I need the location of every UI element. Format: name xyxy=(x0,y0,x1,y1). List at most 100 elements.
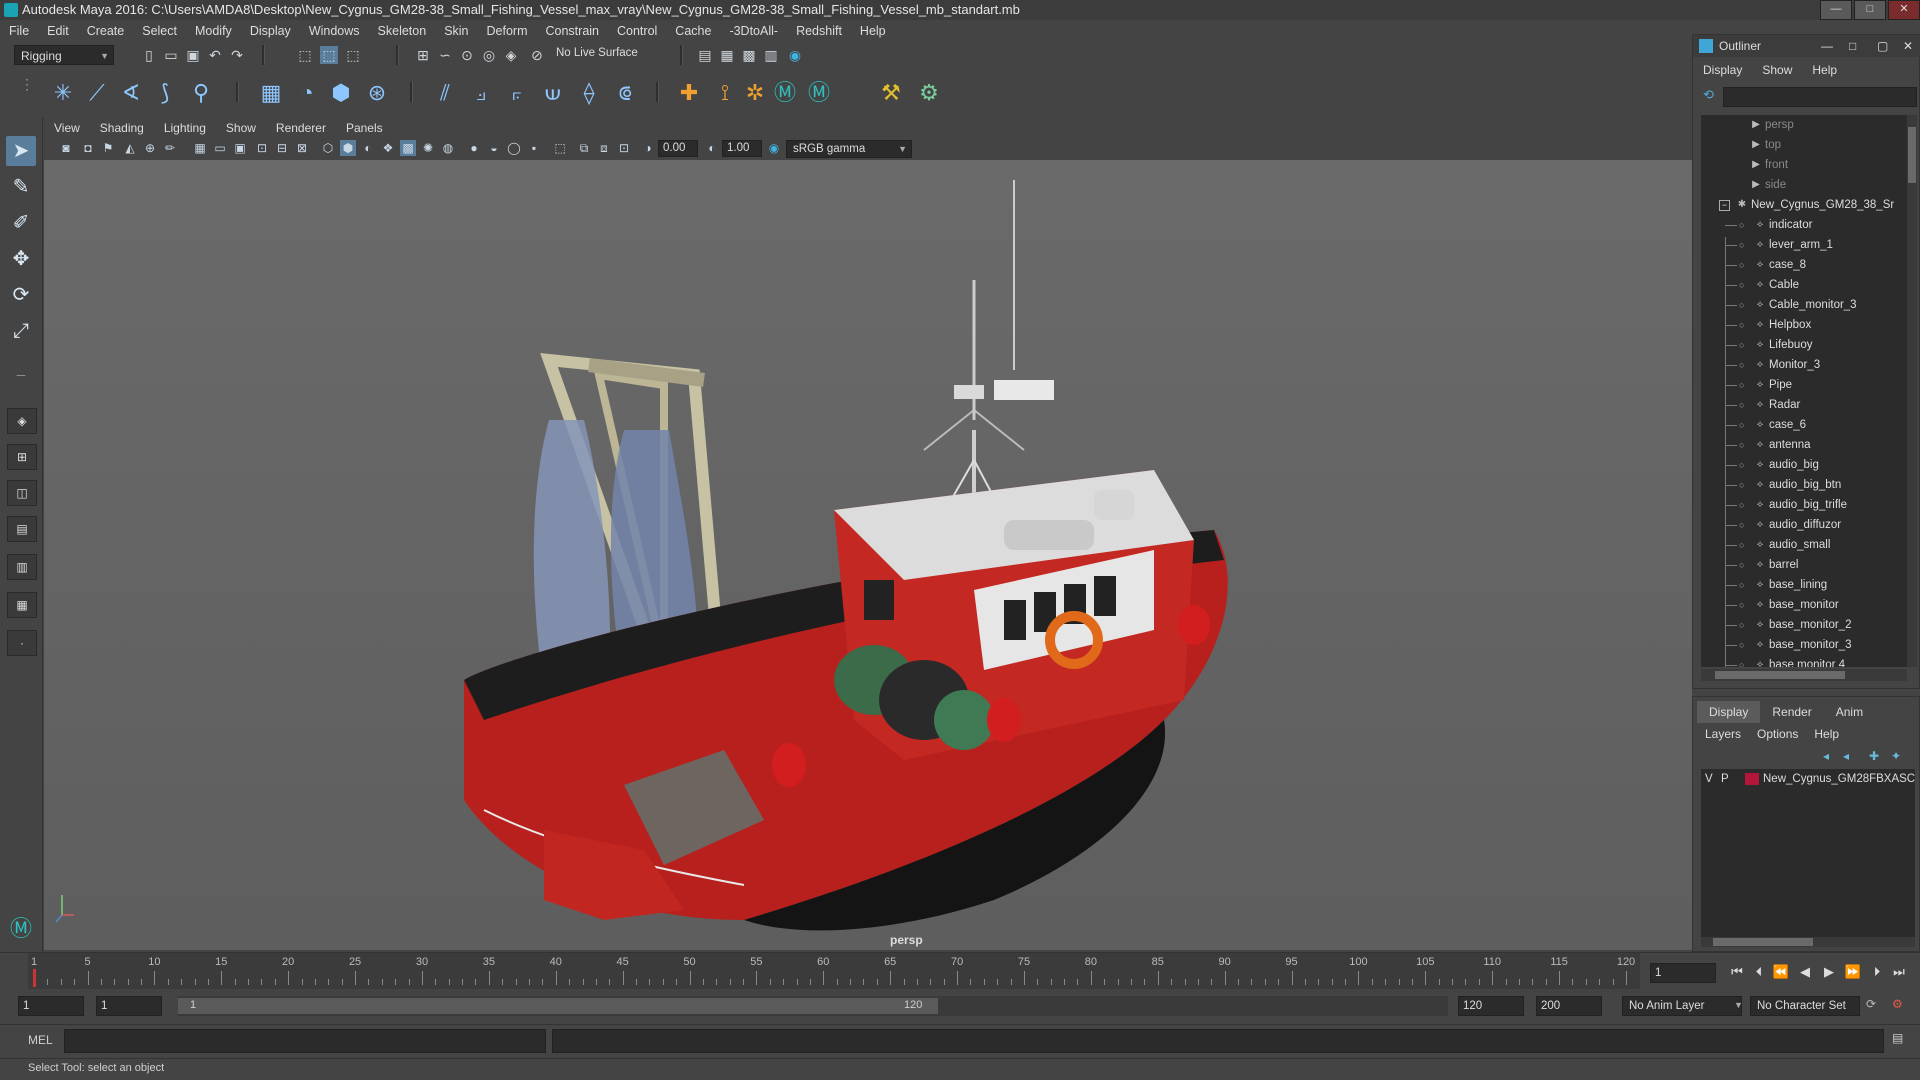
screen-space-ao-icon[interactable]: ● xyxy=(466,140,482,156)
scale-tool-icon[interactable]: ⤢ xyxy=(6,316,36,346)
custom-layout-icon[interactable]: · xyxy=(7,630,37,656)
outliner-item[interactable]: ○ ⟡ Cable xyxy=(1701,275,1907,295)
step-forward-frame-icon[interactable]: ⏵ xyxy=(1868,963,1886,981)
menu-modify[interactable]: Modify xyxy=(186,24,241,38)
default-material-icon[interactable]: ◐ xyxy=(360,140,376,156)
ik-handle-icon[interactable]: ⟋ xyxy=(82,78,112,108)
insert-joint-icon[interactable]: ⟆ xyxy=(150,78,180,108)
anti-aliasing-icon[interactable]: ◯ xyxy=(506,140,522,156)
panel-menu-view[interactable]: View xyxy=(44,121,90,135)
single-view-layout-icon[interactable]: ◈ xyxy=(7,408,37,434)
lasso-tool-icon[interactable]: ✎ xyxy=(6,172,36,202)
wireframe-on-shaded-icon[interactable]: ❖ xyxy=(380,140,396,156)
snap-surface-icon[interactable]: ◈ xyxy=(502,46,520,64)
open-scene-icon[interactable]: ▭ xyxy=(162,46,180,64)
menu-select[interactable]: Select xyxy=(133,24,186,38)
select-object-icon[interactable]: ⬚ xyxy=(320,46,338,64)
four-view-layout-icon[interactable]: ⊞ xyxy=(7,444,37,470)
new-layer-selected-icon[interactable]: ✦ xyxy=(1891,749,1901,763)
motion-blur-icon[interactable]: ◒ xyxy=(486,140,502,156)
step-back-frame-icon[interactable]: ⏴ xyxy=(1750,963,1768,981)
layer-scrollbar[interactable] xyxy=(1701,937,1915,947)
new-layer-icon[interactable]: ✚ xyxy=(1869,749,1879,763)
outliner-menu-show[interactable]: Show xyxy=(1752,63,1802,81)
auto-key-icon[interactable]: ⟳ xyxy=(1866,997,1876,1011)
persp-outliner-layout-icon[interactable]: ▤ xyxy=(7,516,37,542)
persp-graph-layout-icon[interactable]: ▥ xyxy=(7,554,37,580)
perspective-viewport[interactable]: persp xyxy=(44,160,1692,950)
command-language-label[interactable]: MEL xyxy=(28,1033,53,1047)
start-time-field[interactable] xyxy=(18,996,84,1016)
end-time-field[interactable] xyxy=(1536,996,1602,1016)
menu-create[interactable]: Create xyxy=(78,24,134,38)
outliner-maximize-button[interactable]: ▢ xyxy=(1877,35,1888,57)
outliner-item[interactable]: ○ ⟡ audio_big xyxy=(1701,455,1907,475)
use-all-lights-icon[interactable]: ✺ xyxy=(420,140,436,156)
outliner-item[interactable]: ○ ⟡ lever_arm_1 xyxy=(1701,235,1907,255)
command-input[interactable] xyxy=(64,1029,546,1053)
ik-spline-icon[interactable]: ∢ xyxy=(116,78,146,108)
outliner-item[interactable]: ○ ⟡ base_monitor_3 xyxy=(1701,635,1907,655)
panel-menu-lighting[interactable]: Lighting xyxy=(154,121,216,135)
menu-help[interactable]: Help xyxy=(851,24,895,38)
select-hierarchy-icon[interactable]: ⬚ xyxy=(296,46,314,64)
menu-set-dropdown[interactable]: Rigging ▼ xyxy=(14,45,114,65)
tab-render[interactable]: Render xyxy=(1760,701,1823,723)
humanik-control-icon[interactable]: Ⓜ xyxy=(770,78,800,108)
tab-display[interactable]: Display xyxy=(1697,701,1761,723)
outliner-restore-button[interactable]: □ xyxy=(1849,35,1856,57)
menu-edit[interactable]: Edit xyxy=(38,24,78,38)
film-gate-icon[interactable]: ▭ xyxy=(212,140,228,156)
range-slider-bar[interactable] xyxy=(178,998,938,1014)
scrollbar-thumb[interactable] xyxy=(1715,671,1845,679)
hypershade-layout-icon[interactable]: ▦ xyxy=(7,592,37,618)
menu-constrain[interactable]: Constrain xyxy=(537,24,609,38)
outliner-item[interactable]: ○ ⟡ antenna xyxy=(1701,435,1907,455)
menu-cache[interactable]: Cache xyxy=(666,24,720,38)
smooth-shade-icon[interactable]: ⬢ xyxy=(340,140,356,156)
step-forward-key-icon[interactable]: ⏩ xyxy=(1844,963,1862,981)
hypershade-icon[interactable]: ◉ xyxy=(786,46,804,64)
camera-attributes-icon[interactable]: ◘ xyxy=(80,140,96,156)
outliner-item[interactable]: ○ ⟡ base monitor 4 xyxy=(1701,655,1907,667)
outliner-item[interactable]: ○ ⟡ Radar xyxy=(1701,395,1907,415)
safe-action-icon[interactable]: ⊠ xyxy=(294,140,310,156)
snap-grid-icon[interactable]: ⊞ xyxy=(414,46,432,64)
outliner-item[interactable]: ▶ top xyxy=(1701,135,1907,155)
redo-icon[interactable]: ↷ xyxy=(228,46,246,64)
current-frame-field[interactable] xyxy=(1650,963,1716,983)
exposure-field[interactable] xyxy=(658,140,698,157)
make-live-icon[interactable]: ⊘ xyxy=(528,46,546,64)
menu-skeleton[interactable]: Skeleton xyxy=(369,24,436,38)
outliner-item[interactable]: ○ ⟡ Helpbox xyxy=(1701,315,1907,335)
layer-menu-help[interactable]: Help xyxy=(1806,727,1847,745)
menu-file[interactable]: File xyxy=(0,24,38,38)
outliner-refresh-icon[interactable]: ⟲ xyxy=(1703,87,1714,103)
new-scene-icon[interactable]: ▯ xyxy=(140,46,158,64)
character-set-dropdown[interactable]: No Character Set xyxy=(1750,996,1860,1016)
outliner-vertical-scrollbar[interactable] xyxy=(1907,115,1917,667)
outliner-item[interactable]: ▶ front xyxy=(1701,155,1907,175)
gamma-field[interactable] xyxy=(722,140,762,157)
menu-display[interactable]: Display xyxy=(241,24,300,38)
anim-layer-dropdown[interactable]: No Anim Layer xyxy=(1622,996,1742,1016)
panel-menu-shading[interactable]: Shading xyxy=(90,121,154,135)
minimize-button[interactable]: — xyxy=(1820,0,1852,20)
outliner-item[interactable]: ○ ⟡ base_monitor xyxy=(1701,595,1907,615)
textured-icon[interactable]: ▩ xyxy=(400,140,416,156)
depth-of-field-icon[interactable]: ▪ xyxy=(526,140,542,156)
rotate-tool-icon[interactable]: ⟳ xyxy=(6,280,36,310)
playback-start-field[interactable] xyxy=(96,996,162,1016)
script-editor-icon[interactable]: ▤ xyxy=(1892,1031,1903,1045)
grease-pencil-icon[interactable]: ✏ xyxy=(162,140,178,156)
point-constraint-icon[interactable]: ✚ xyxy=(674,78,704,108)
menu-3dtoall[interactable]: -3DtoAll- xyxy=(720,24,787,38)
outliner-item[interactable]: ○ ⟡ Monitor_3 xyxy=(1701,355,1907,375)
humanik-effector-icon[interactable]: Ⓜ xyxy=(804,78,834,108)
move-tool-icon[interactable]: ✥ xyxy=(6,244,36,274)
snap-view-plane-icon[interactable]: ◎ xyxy=(480,46,498,64)
undo-icon[interactable]: ↶ xyxy=(206,46,224,64)
outliner-item[interactable]: ○ ⟡ indicator xyxy=(1701,215,1907,235)
image-plane-icon[interactable]: ◭ xyxy=(122,140,138,156)
bind-skin-icon[interactable]: ⫽ xyxy=(430,78,460,108)
